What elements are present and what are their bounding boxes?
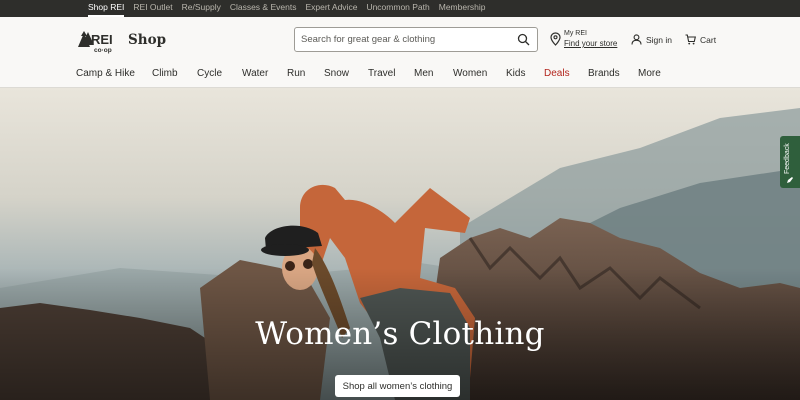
utility-link-resupply[interactable]: Re/Supply xyxy=(182,0,221,17)
nav-item-cycle[interactable]: Cycle xyxy=(197,68,222,79)
sign-in-label: Sign in xyxy=(646,34,672,45)
nav-item-climb[interactable]: Climb xyxy=(152,68,178,79)
nav-item-deals[interactable]: Deals xyxy=(544,68,570,79)
rei-logo[interactable]: REI co·op xyxy=(76,27,122,55)
utility-link-rei-outlet[interactable]: REI Outlet xyxy=(133,0,172,17)
nav-item-camp-hike[interactable]: Camp & Hike xyxy=(76,68,135,79)
search-box xyxy=(294,27,538,52)
shop-label[interactable]: Shop xyxy=(128,32,166,48)
feedback-label: Feedback xyxy=(784,143,791,174)
shop-womens-clothing-button[interactable]: Shop all women’s clothing xyxy=(335,375,460,397)
find-your-store-label[interactable]: Find your store xyxy=(564,38,617,49)
nav-item-travel[interactable]: Travel xyxy=(368,68,395,79)
svg-text:co·op: co·op xyxy=(94,47,112,54)
utility-link-membership[interactable]: Membership xyxy=(439,0,486,17)
nav-item-kids[interactable]: Kids xyxy=(506,68,525,79)
utility-link-uncommon-path[interactable]: Uncommon Path xyxy=(366,0,429,17)
search-input[interactable] xyxy=(295,34,505,45)
location-pin-icon xyxy=(550,32,561,46)
nav-item-run[interactable]: Run xyxy=(287,68,305,79)
sign-in-button[interactable]: Sign in xyxy=(631,34,672,45)
nav-item-women[interactable]: Women xyxy=(453,68,487,79)
search-icon[interactable] xyxy=(517,33,530,46)
my-rei-label: My REI xyxy=(564,30,587,37)
utility-bar: Shop REI REI Outlet Re/Supply Classes & … xyxy=(0,0,800,17)
nav-item-more[interactable]: More xyxy=(638,68,661,79)
cart-label: Cart xyxy=(700,34,717,45)
nav-item-water[interactable]: Water xyxy=(242,68,268,79)
utility-links: Shop REI REI Outlet Re/Supply Classes & … xyxy=(88,0,495,17)
feedback-tab[interactable]: Feedback xyxy=(780,136,800,188)
nav-item-snow[interactable]: Snow xyxy=(324,68,349,79)
find-store-link[interactable]: My REI Find your store xyxy=(550,29,617,49)
hero-image xyxy=(0,88,800,400)
nav-item-men[interactable]: Men xyxy=(414,68,433,79)
utility-link-classes-events[interactable]: Classes & Events xyxy=(230,0,297,17)
cart-button[interactable]: Cart xyxy=(685,34,716,45)
hero-title: Women’s Clothing xyxy=(255,316,545,352)
svg-text:REI: REI xyxy=(91,32,113,47)
hero-banner[interactable]: Women’s Clothing Shop all women’s clothi… xyxy=(0,88,800,400)
feedback-icon xyxy=(787,177,793,183)
utility-link-expert-advice[interactable]: Expert Advice xyxy=(305,0,357,17)
utility-link-shop-rei[interactable]: Shop REI xyxy=(88,0,125,17)
cart-icon xyxy=(685,34,696,45)
site-header: REI co·op Shop My REI Find your store Si… xyxy=(0,17,800,88)
user-icon xyxy=(631,34,642,45)
nav-item-brands[interactable]: Brands xyxy=(588,68,620,79)
